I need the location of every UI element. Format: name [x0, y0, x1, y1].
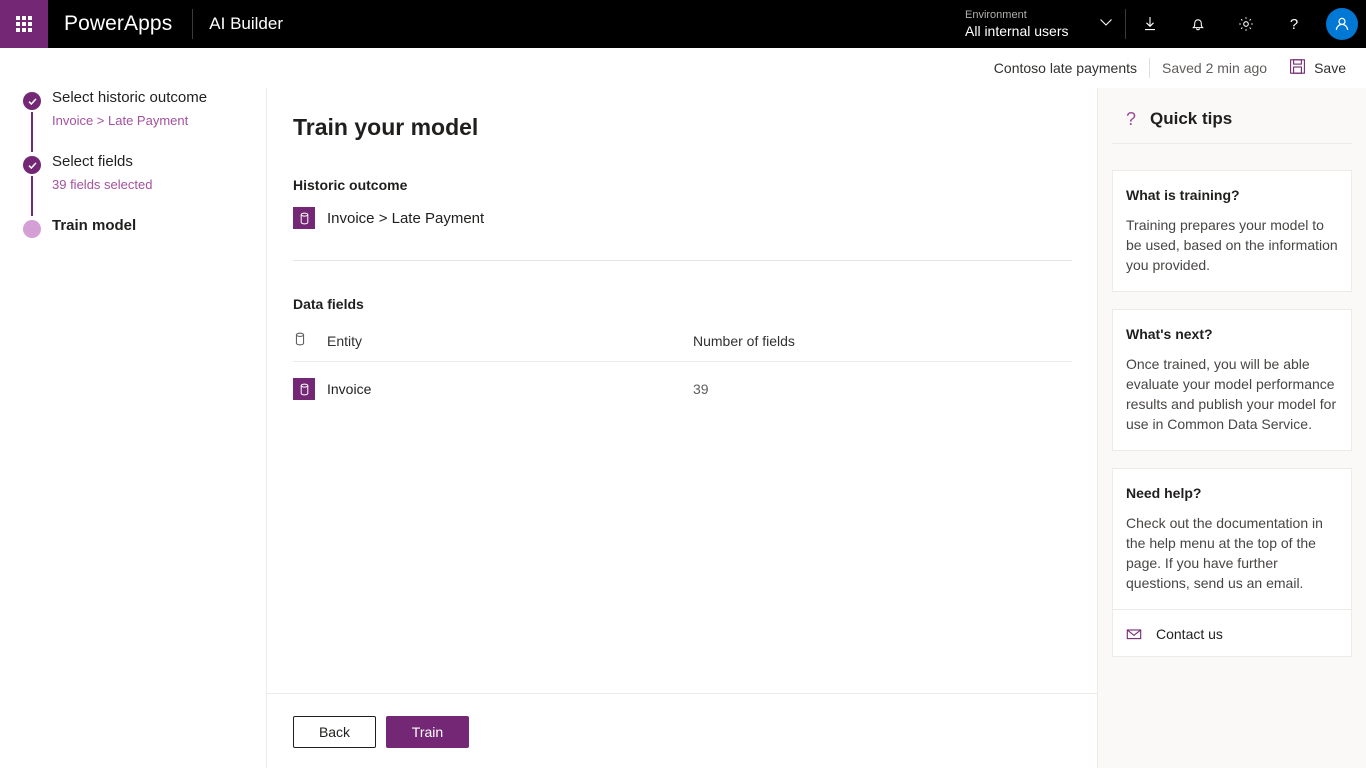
entity-column-icon	[293, 332, 307, 349]
saved-status: Saved 2 min ago	[1162, 60, 1268, 76]
main-content-panel: Train your model Historic outcome Invoic…	[267, 88, 1097, 693]
back-button[interactable]: Back	[293, 716, 376, 748]
environment-label: Environment	[965, 8, 1027, 21]
suite-header: PowerApps AI Builder Environment All int…	[0, 0, 1366, 48]
wizard-step-title: Select fields	[52, 153, 133, 170]
contact-us-link[interactable]: Contact us	[1126, 610, 1339, 642]
help-icon[interactable]: ?	[1270, 0, 1318, 48]
gear-icon[interactable]	[1222, 0, 1270, 48]
wizard-step-select-fields[interactable]: Select fields 39 fields selected	[0, 152, 266, 216]
chevron-down-icon	[1099, 15, 1113, 34]
command-bar: Contoso late payments Saved 2 min ago Sa…	[0, 48, 1366, 88]
wizard-step-subtitle[interactable]: Invoice > Late Payment	[52, 113, 266, 128]
environment-value: All internal users	[965, 23, 1069, 40]
section-divider	[293, 260, 1072, 261]
avatar[interactable]	[1318, 0, 1366, 48]
footer-action-bar: Back Train	[267, 693, 1097, 768]
table-row-icon-cell	[293, 362, 327, 415]
entity-icon	[293, 378, 315, 400]
tip-card-body: Training prepares your model to be used,…	[1126, 217, 1338, 273]
contact-us-label: Contact us	[1156, 626, 1223, 642]
table-header-number-of-fields[interactable]: Number of fields	[693, 322, 1072, 362]
tip-card-body: Once trained, you will be able evaluate …	[1126, 356, 1337, 432]
app-launcher-button[interactable]	[0, 0, 48, 48]
waffle-icon	[16, 16, 32, 32]
wizard-step-subtitle[interactable]: 39 fields selected	[52, 177, 266, 192]
save-icon	[1289, 58, 1306, 78]
step-current-icon	[23, 220, 41, 238]
svg-text:?: ?	[1290, 16, 1298, 33]
mail-icon	[1126, 626, 1142, 642]
step-complete-icon	[23, 156, 41, 174]
quick-tips-pane: ? Quick tips What is training? Training …	[1097, 88, 1366, 768]
bell-icon[interactable]	[1174, 0, 1222, 48]
tip-card-whats-next: What's next? Once trained, you will be a…	[1112, 309, 1352, 451]
tip-card-what-is-training: What is training? Training prepares your…	[1112, 170, 1352, 292]
page-title: Train your model	[293, 114, 479, 140]
tip-card-need-help: Need help? Check out the documentation i…	[1112, 468, 1352, 657]
historic-outcome-label: Historic outcome	[293, 177, 408, 193]
tip-card-heading: What is training?	[1126, 187, 1240, 203]
table-header-row: Entity Number of fields	[293, 322, 1072, 362]
quick-tips-header: ? Quick tips	[1112, 103, 1352, 144]
data-fields-label: Data fields	[293, 296, 364, 312]
model-name: Contoso late payments	[993, 60, 1137, 76]
historic-outcome-row: Invoice > Late Payment	[293, 207, 1072, 229]
table-cell-number-of-fields: 39	[693, 381, 709, 397]
save-label: Save	[1314, 60, 1346, 76]
table-cell-entity: Invoice	[327, 381, 372, 397]
app-name-ai-builder[interactable]: AI Builder	[193, 0, 299, 48]
save-button[interactable]: Save	[1283, 54, 1352, 82]
environment-picker[interactable]: Environment All internal users	[945, 0, 1125, 48]
command-bar-separator	[1149, 58, 1150, 78]
header-right-cluster: Environment All internal users ?	[945, 0, 1366, 48]
table-header-entity[interactable]: Entity	[327, 322, 693, 362]
tip-card-heading: What's next?	[1126, 326, 1213, 342]
tip-card-heading: Need help?	[1126, 485, 1202, 501]
entity-icon	[293, 207, 315, 229]
wizard-step-title: Select historic outcome	[52, 89, 208, 106]
tip-card-body: Check out the documentation in the help …	[1126, 515, 1323, 591]
wizard-step-title: Train model	[52, 217, 137, 234]
download-icon[interactable]	[1126, 0, 1174, 48]
avatar-circle	[1326, 8, 1358, 40]
quick-tips-title: Quick tips	[1150, 109, 1233, 128]
step-connector-line	[31, 176, 33, 216]
step-complete-icon	[23, 92, 41, 110]
table-row[interactable]: Invoice 39	[293, 362, 1072, 415]
brand-powerapps[interactable]: PowerApps	[48, 0, 192, 48]
table-header-icon-cell	[293, 322, 327, 362]
historic-outcome-value: Invoice > Late Payment	[327, 209, 485, 227]
train-button[interactable]: Train	[386, 716, 469, 748]
wizard-step-train-model[interactable]: Train model	[0, 216, 266, 280]
data-fields-table: Entity Number of fields Invoice 39	[293, 322, 1072, 414]
wizard-step-select-historic-outcome[interactable]: Select historic outcome Invoice > Late P…	[0, 88, 266, 152]
help-question-icon: ?	[1126, 109, 1137, 129]
step-connector-line	[31, 112, 33, 152]
wizard-rail: Select historic outcome Invoice > Late P…	[0, 88, 267, 768]
